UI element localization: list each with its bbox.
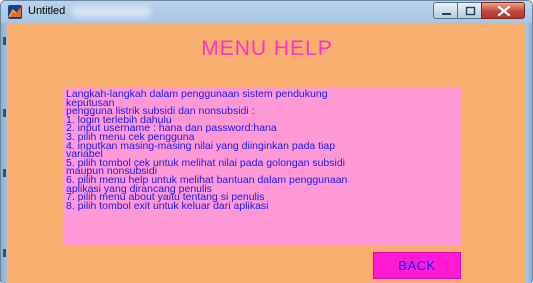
maximize-icon: [465, 6, 476, 16]
window-title: Untitled: [28, 5, 66, 17]
border-marker: [3, 169, 6, 177]
close-button[interactable]: [481, 2, 525, 19]
back-button[interactable]: BACK: [373, 252, 461, 279]
window-left-border: [1, 23, 8, 283]
app-window: Untitled MENU HELP Langkah-langkah dalam…: [0, 0, 533, 283]
close-icon: [497, 5, 511, 17]
page-title: MENU HELP: [201, 37, 333, 60]
figure-client-area: MENU HELP Langkah-langkah dalam pengguna…: [8, 23, 526, 283]
border-marker: [3, 37, 6, 45]
help-line: Langkah-langkah dalam penggunaan sistem …: [66, 88, 328, 100]
help-line: 4. inputkan masing-masing nilai yang dii…: [66, 139, 336, 152]
border-marker: [3, 249, 6, 257]
title-glow: [71, 6, 151, 18]
maximize-button[interactable]: [457, 2, 482, 19]
title-bar[interactable]: Untitled: [1, 1, 532, 23]
minimize-button[interactable]: [433, 2, 458, 19]
window-right-border: [526, 23, 532, 283]
minimize-icon: [442, 13, 451, 15]
border-marker: [3, 109, 6, 117]
matlab-figure-icon: [8, 5, 22, 19]
help-line: 8. pilih tombol exit untuk keluar dari a…: [66, 199, 269, 212]
help-text-panel: Langkah-langkah dalam penggunaan sistem …: [63, 88, 461, 245]
